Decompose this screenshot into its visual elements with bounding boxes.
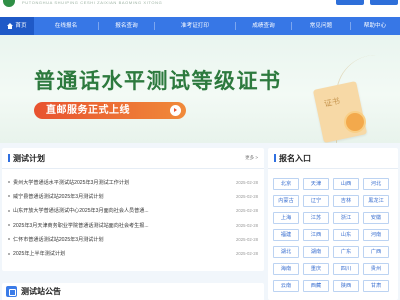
- panel-title: 报名入口: [274, 153, 311, 164]
- region-button[interactable]: 海南: [273, 263, 299, 275]
- banner-cta-label: 直邮服务正式上线: [46, 105, 130, 116]
- region-button[interactable]: 贵州: [363, 263, 389, 275]
- nav-item-help[interactable]: 帮助中心: [351, 17, 399, 35]
- panel-header: 报名入口: [268, 148, 398, 169]
- header-button-1[interactable]: [336, 0, 364, 5]
- list-item-title[interactable]: 威宁县普通话测试站2025年3月测试计划: [13, 193, 236, 200]
- region-button[interactable]: 吉林: [333, 195, 359, 207]
- site-logo[interactable]: [3, 0, 15, 7]
- bullet-icon: [8, 224, 10, 227]
- region-button[interactable]: 河北: [363, 178, 389, 190]
- list-item-date: 2025-02-28: [236, 208, 258, 214]
- header-button-2[interactable]: [370, 0, 398, 5]
- notice-icon: [6, 286, 17, 297]
- bullet-icon: [8, 195, 10, 198]
- list-item-date: 2025-02-28: [236, 222, 258, 228]
- bullet-icon: [8, 238, 10, 241]
- region-button[interactable]: 内蒙古: [273, 195, 299, 207]
- region-button[interactable]: 安徽: [363, 212, 389, 224]
- nav-item-register-query[interactable]: 报名查询: [99, 17, 154, 35]
- region-button[interactable]: 北京: [273, 178, 299, 190]
- hero-banner[interactable]: 普通话水平测试等级证书 直邮服务正式上线 证书: [0, 35, 400, 143]
- home-icon: [7, 23, 14, 29]
- region-button[interactable]: 重庆: [303, 263, 329, 275]
- region-button[interactable]: 四川: [333, 263, 359, 275]
- list-item-date: 2025-02-28: [236, 179, 258, 185]
- list-item-date: 2025-02-28: [236, 236, 258, 242]
- top-header: PUTONGHUA SHUIPING CESHI ZAIXIAN BAOMING…: [0, 0, 400, 17]
- region-button[interactable]: 河南: [363, 229, 389, 241]
- panel-title: 测试站公告: [21, 287, 61, 296]
- list-item[interactable]: 威宁县普通话测试站2025年3月测试计划 2025-02-28: [8, 189, 258, 203]
- bullet-icon: [8, 181, 10, 184]
- region-grid: 北京 天津 山西 河北 内蒙古 辽宁 吉林 黑龙江 上海 江苏 浙江 安徽 福建…: [268, 169, 398, 292]
- more-link[interactable]: 更多 >: [245, 155, 258, 161]
- list-item[interactable]: 贵州大学普通话水平测试站2025年3月测试工作计划 2025-02-28: [8, 175, 258, 189]
- region-button[interactable]: 山西: [333, 178, 359, 190]
- list-item-title[interactable]: 贵州大学普通话水平测试站2025年3月测试工作计划: [13, 179, 236, 186]
- medal-icon: [344, 111, 366, 133]
- region-button[interactable]: 浙江: [333, 212, 359, 224]
- nav-item-admission-ticket[interactable]: 准考证打印: [155, 17, 235, 35]
- banner-title: 普通话水平测试等级证书: [34, 69, 282, 93]
- panel-header: 测试计划 更多 >: [2, 148, 264, 169]
- list-item-title[interactable]: 2025年3月天津商务职业学院普通话测试站面向社会考生报...: [13, 222, 236, 229]
- region-button[interactable]: 黑龙江: [363, 195, 389, 207]
- region-button[interactable]: 江西: [303, 229, 329, 241]
- main-nav: 首页 在线报名 报名查询 准考证打印 成绩查询 常见问题 帮助中心: [0, 17, 400, 35]
- region-button[interactable]: 广东: [333, 246, 359, 258]
- logo-subtitle: PUTONGHUA SHUIPING CESHI ZAIXIAN BAOMING…: [22, 0, 163, 5]
- nav-item-score-query[interactable]: 成绩查询: [236, 17, 291, 35]
- list-item-title[interactable]: 2025年上半年测试计划: [13, 250, 236, 257]
- bullet-icon: [8, 252, 10, 255]
- test-plan-panel: 测试计划 更多 > 贵州大学普通话水平测试站2025年3月测试工作计划 2025…: [2, 148, 264, 271]
- region-button[interactable]: 江苏: [303, 212, 329, 224]
- list-item[interactable]: 2025年3月天津商务职业学院普通话测试站面向社会考生报... 2025-02-…: [8, 218, 258, 232]
- list-item-date: 2025-02-28: [236, 193, 258, 199]
- banner-cta-button[interactable]: 直邮服务正式上线: [34, 102, 186, 119]
- region-button[interactable]: 天津: [303, 178, 329, 190]
- nav-item-label: 首页: [15, 23, 27, 29]
- region-button[interactable]: 云南: [273, 280, 299, 292]
- list-item[interactable]: 2025年上半年测试计划 2025-02-28: [8, 246, 258, 260]
- region-button[interactable]: 湖北: [273, 246, 299, 258]
- region-button[interactable]: 福建: [273, 229, 299, 241]
- region-button[interactable]: 湖南: [303, 246, 329, 258]
- list-item-title[interactable]: 山东开放大学普通话测试中心2025年3月面向社会人员普通...: [13, 207, 236, 214]
- list-item[interactable]: 仁怀市普通话测试站2025年3月测试计划 2025-02-28: [8, 232, 258, 246]
- list-item-title[interactable]: 仁怀市普通话测试站2025年3月测试计划: [13, 236, 236, 243]
- region-button[interactable]: 上海: [273, 212, 299, 224]
- region-button[interactable]: 辽宁: [303, 195, 329, 207]
- panel-title: 测试计划: [8, 153, 45, 164]
- nav-item-online-register[interactable]: 在线报名: [34, 17, 98, 35]
- region-button[interactable]: 广西: [363, 246, 389, 258]
- nav-item-home[interactable]: 首页: [0, 17, 34, 35]
- announcements-panel: 测试站公告: [2, 283, 264, 300]
- list-item-date: 2025-02-28: [236, 251, 258, 257]
- region-button[interactable]: 甘肃: [363, 280, 389, 292]
- arrow-right-icon: [170, 105, 181, 116]
- registration-panel: 报名入口 北京 天津 山西 河北 内蒙古 辽宁 吉林 黑龙江 上海 江苏 浙江 …: [268, 148, 398, 300]
- test-plan-list: 贵州大学普通话水平测试站2025年3月测试工作计划 2025-02-28 威宁县…: [2, 169, 264, 261]
- nav-item-faq[interactable]: 常见问题: [292, 17, 350, 35]
- region-button[interactable]: 陕西: [333, 280, 359, 292]
- bullet-icon: [8, 209, 10, 212]
- region-button[interactable]: 山东: [333, 229, 359, 241]
- region-button[interactable]: 西藏: [303, 280, 329, 292]
- list-item[interactable]: 山东开放大学普通话测试中心2025年3月面向社会人员普通... 2025-02-…: [8, 204, 258, 218]
